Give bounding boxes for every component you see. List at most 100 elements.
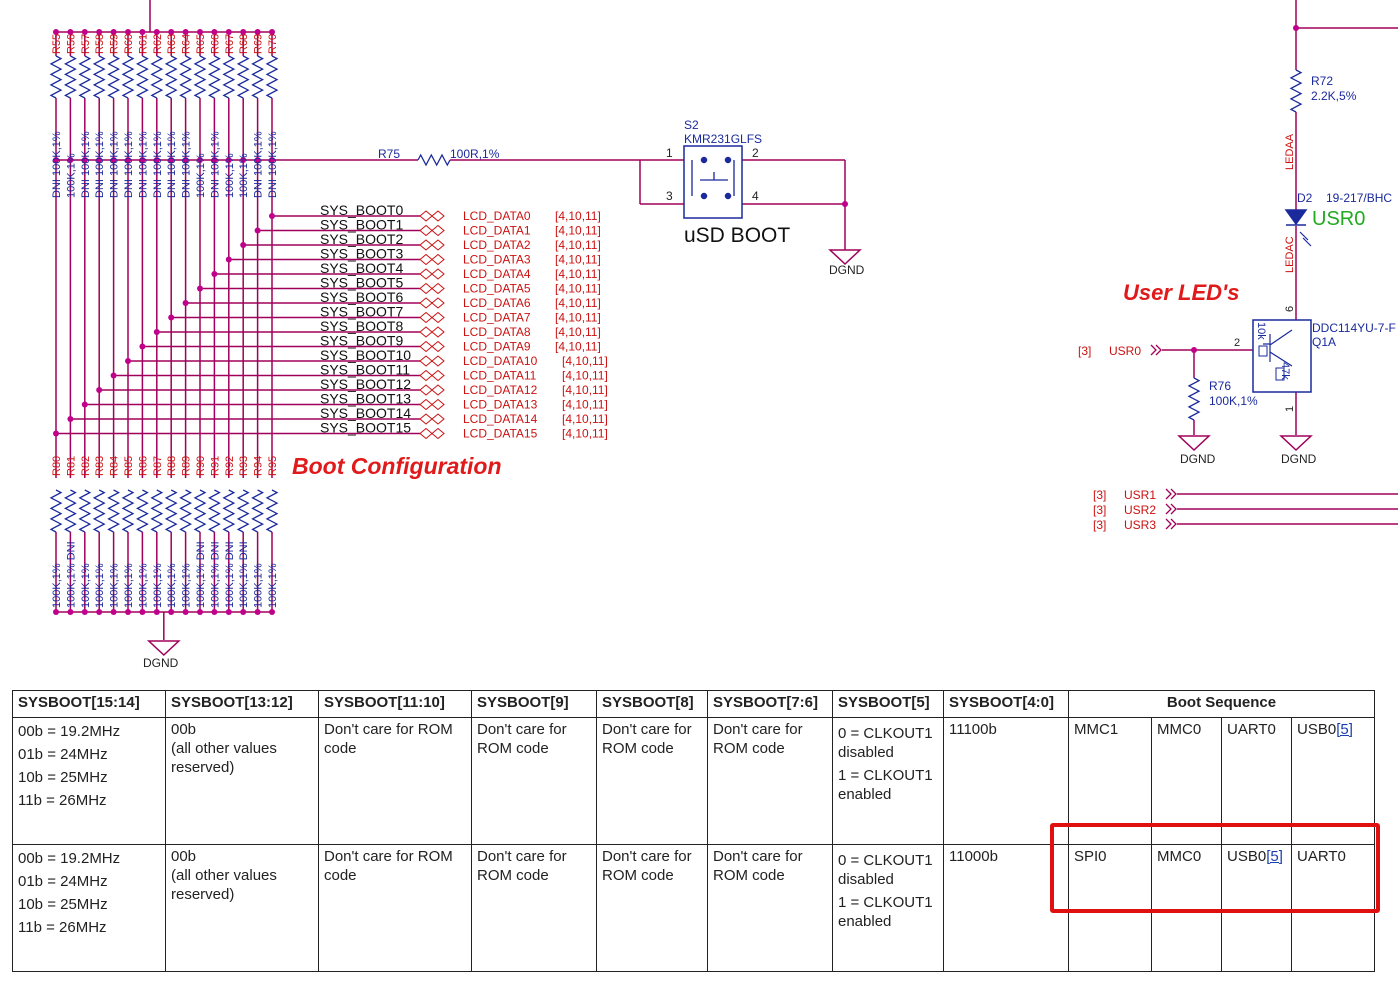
ground-symbol-r76 xyxy=(1177,435,1211,452)
q1-r1-label: 10k xyxy=(1255,322,1267,340)
port-symbol xyxy=(419,297,445,309)
r76-value: 100K,1% xyxy=(1209,394,1258,408)
junction-dot xyxy=(211,609,218,615)
lcd-ref-label: [4,10,11] xyxy=(555,282,601,296)
header-sysboot-8: SYSBOOT[8] xyxy=(596,690,708,718)
ground-symbol-switch xyxy=(828,249,862,266)
lcd-ref-label: [4,10,11] xyxy=(562,398,608,412)
port-symbol xyxy=(419,268,445,280)
lcd-net-label: LCD_DATA2 xyxy=(463,238,531,252)
usr1-ref: [3] xyxy=(1093,488,1106,502)
switch-contact-dot xyxy=(724,156,732,164)
resistor-top xyxy=(107,55,120,99)
resistor-bottom xyxy=(92,489,106,533)
freq-option: 11b = 26MHz xyxy=(18,792,107,809)
resistor-top xyxy=(208,55,221,99)
junction-dot xyxy=(125,358,131,364)
resistor-value-top: 100K,1% xyxy=(195,153,207,198)
resistor-name-bottom: R86 xyxy=(137,456,149,476)
resistor-bottom xyxy=(78,489,92,533)
usr3-net: USR3 xyxy=(1124,518,1156,532)
cell-sysboot-11-10: Don't care for ROM code xyxy=(318,717,472,845)
cell-sysboot-11-10: Don't care for ROM code xyxy=(318,844,472,972)
junction-dot xyxy=(153,329,160,335)
reference-link[interactable]: [5] xyxy=(1336,721,1353,738)
lcd-net-label: LCD_DATA13 xyxy=(463,398,538,412)
port-symbol xyxy=(419,427,445,440)
lcd-net-label: LCD_DATA0 xyxy=(463,209,531,223)
s2-pin-4: 4 xyxy=(752,189,759,203)
resistor-value-top: DNI 100K,1% xyxy=(80,131,92,198)
cell-sysboot-13-12: 00b (all other values reserved) xyxy=(165,717,319,845)
lcd-net-label: LCD_DATA9 xyxy=(463,340,531,354)
resistor-value-bottom: 100K,1% DNI xyxy=(209,541,221,608)
cell-sysboot-9: Don't care for ROM code xyxy=(471,717,597,845)
cell-sysboot-5: 0 = CLKOUT1 disabled 1 = CLKOUT1 enabled xyxy=(832,844,944,972)
lcd-net-label: LCD_DATA5 xyxy=(463,282,531,296)
lcd-net-label: LCD_DATA8 xyxy=(463,325,531,339)
resistor-value-bottom: 100K,1% xyxy=(152,563,164,608)
resistor-name-top: R68 xyxy=(238,34,250,54)
schematic-wires xyxy=(55,0,1398,640)
cell-sysboot-7-6: Don't care for ROM code xyxy=(707,717,833,845)
resistor-name-bottom: R89 xyxy=(181,456,193,476)
junction-dot xyxy=(197,609,203,615)
cell-sysboot-7-6: Don't care for ROM code xyxy=(707,844,833,972)
lcd-net-label: LCD_DATA12 xyxy=(463,383,538,397)
junction-dot xyxy=(240,609,247,615)
port-symbol xyxy=(419,311,445,324)
freq-option: 01b = 24MHz xyxy=(18,746,108,763)
boot-config-title: Boot Configuration xyxy=(292,453,502,479)
r76-name: R76 xyxy=(1209,379,1231,393)
resistor-name-bottom: R95 xyxy=(267,456,279,476)
lcd-net-label: LCD_DATA10 xyxy=(463,354,538,368)
usr1-net: USR1 xyxy=(1124,488,1156,502)
value: 00b xyxy=(171,721,197,738)
resistor-name-bottom: R88 xyxy=(166,456,178,476)
lcd-ref-label: [4,10,11] xyxy=(555,325,601,339)
resistor-name-bottom: R90 xyxy=(195,456,207,476)
junction-dot xyxy=(211,271,218,277)
resistor-bottom xyxy=(193,489,207,533)
port-symbol xyxy=(419,282,445,295)
resistor-value-top: DNI 100K,1% xyxy=(123,131,135,198)
resistor-bottom xyxy=(265,489,279,533)
freq-option: 11b = 26MHz xyxy=(18,919,107,936)
led-d2 xyxy=(1284,209,1308,226)
ground-symbol-resistors xyxy=(146,640,181,657)
resistor-top xyxy=(64,55,77,99)
resistor-value-top: DNI 100K,1% xyxy=(209,131,221,198)
resistor-value-bottom: 100K,1% xyxy=(253,563,265,608)
lcd-net-label: LCD_DATA4 xyxy=(463,267,531,281)
dgnd-label-switch: DGND xyxy=(829,263,865,277)
resistor-top xyxy=(92,55,106,99)
q1-r2-label: 47k xyxy=(1279,362,1291,380)
resistor-value-top: 100K,1% xyxy=(65,153,77,198)
junction-dot xyxy=(96,387,103,393)
freq-option: 10b = 25MHz xyxy=(18,769,108,786)
resistor-value-bottom: 100K,1% DNI xyxy=(65,541,77,608)
junction-dot xyxy=(1293,25,1299,31)
note: (all other values reserved) xyxy=(171,740,277,776)
junction-dot xyxy=(67,416,74,422)
resistor-value-bottom: 100K,1% xyxy=(94,563,106,608)
junction-dot xyxy=(125,609,131,615)
port-symbol xyxy=(419,355,445,367)
junction-dot xyxy=(182,609,189,615)
r72-name: R72 xyxy=(1311,74,1333,88)
lcd-ref-label: [4,10,11] xyxy=(555,209,601,223)
resistor-value-bottom: 100K,1% xyxy=(123,563,135,608)
junction-dot xyxy=(269,609,275,615)
resistor-bottom xyxy=(179,489,192,533)
header-sysboot-5: SYSBOOT[5] xyxy=(832,690,944,718)
resistor-name-bottom: R93 xyxy=(238,456,250,476)
lcd-net-label: LCD_DATA14 xyxy=(463,412,538,426)
junction-dots xyxy=(53,25,1299,615)
usr0-ref: [3] xyxy=(1078,344,1091,358)
resistor-name-bottom: R91 xyxy=(209,456,221,476)
user-leds-title: User LED's xyxy=(1123,280,1240,305)
junction-dot xyxy=(110,372,117,379)
resistor-name-top: R65 xyxy=(195,34,207,54)
header-sysboot-15-14: SYSBOOT[15:14] xyxy=(12,690,166,718)
lcd-ref-label: [4,10,11] xyxy=(562,383,608,397)
